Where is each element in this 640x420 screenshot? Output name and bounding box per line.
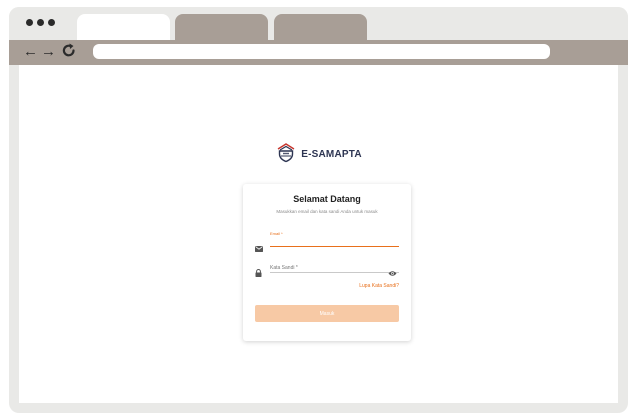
eye-icon[interactable] bbox=[388, 264, 397, 282]
lock-icon bbox=[255, 264, 262, 282]
browser-titlebar bbox=[9, 7, 628, 41]
shield-logo-icon bbox=[275, 141, 297, 168]
arrow-left-icon[interactable]: ← bbox=[23, 43, 38, 60]
arrow-right-icon[interactable]: → bbox=[41, 43, 56, 60]
browser-window: ← → E-SAMAPTA Selamat Datang Masukkan em… bbox=[9, 7, 628, 413]
app-logo: E-SAMAPTA bbox=[19, 141, 618, 168]
address-bar[interactable] bbox=[93, 44, 550, 59]
email-field[interactable] bbox=[270, 236, 399, 246]
browser-tab-active[interactable] bbox=[77, 14, 170, 41]
email-field-underline bbox=[270, 246, 399, 247]
forgot-password-link[interactable]: Lupa Kata Sandi? bbox=[359, 283, 399, 289]
maximize-window-button[interactable] bbox=[48, 19, 55, 26]
close-window-button[interactable] bbox=[26, 19, 33, 26]
password-field-underline bbox=[270, 272, 399, 273]
browser-tab-3[interactable] bbox=[274, 14, 367, 41]
login-title: Selamat Datang bbox=[293, 194, 361, 204]
page-viewport: E-SAMAPTA Selamat Datang Masukkan email … bbox=[19, 65, 618, 403]
reload-icon[interactable] bbox=[62, 42, 76, 62]
envelope-icon bbox=[255, 239, 263, 257]
app-logo-text: E-SAMAPTA bbox=[301, 149, 362, 160]
browser-toolbar: ← → bbox=[9, 40, 628, 65]
window-controls bbox=[26, 19, 55, 26]
password-field[interactable] bbox=[270, 263, 385, 272]
login-subtitle: Masukkan email dan kata sandi Anda untuk… bbox=[276, 209, 378, 214]
login-button[interactable]: Masuk bbox=[255, 305, 399, 322]
login-card: Selamat Datang Masukkan email dan kata s… bbox=[243, 184, 411, 341]
minimize-window-button[interactable] bbox=[37, 19, 44, 26]
browser-tab-2[interactable] bbox=[175, 14, 268, 41]
